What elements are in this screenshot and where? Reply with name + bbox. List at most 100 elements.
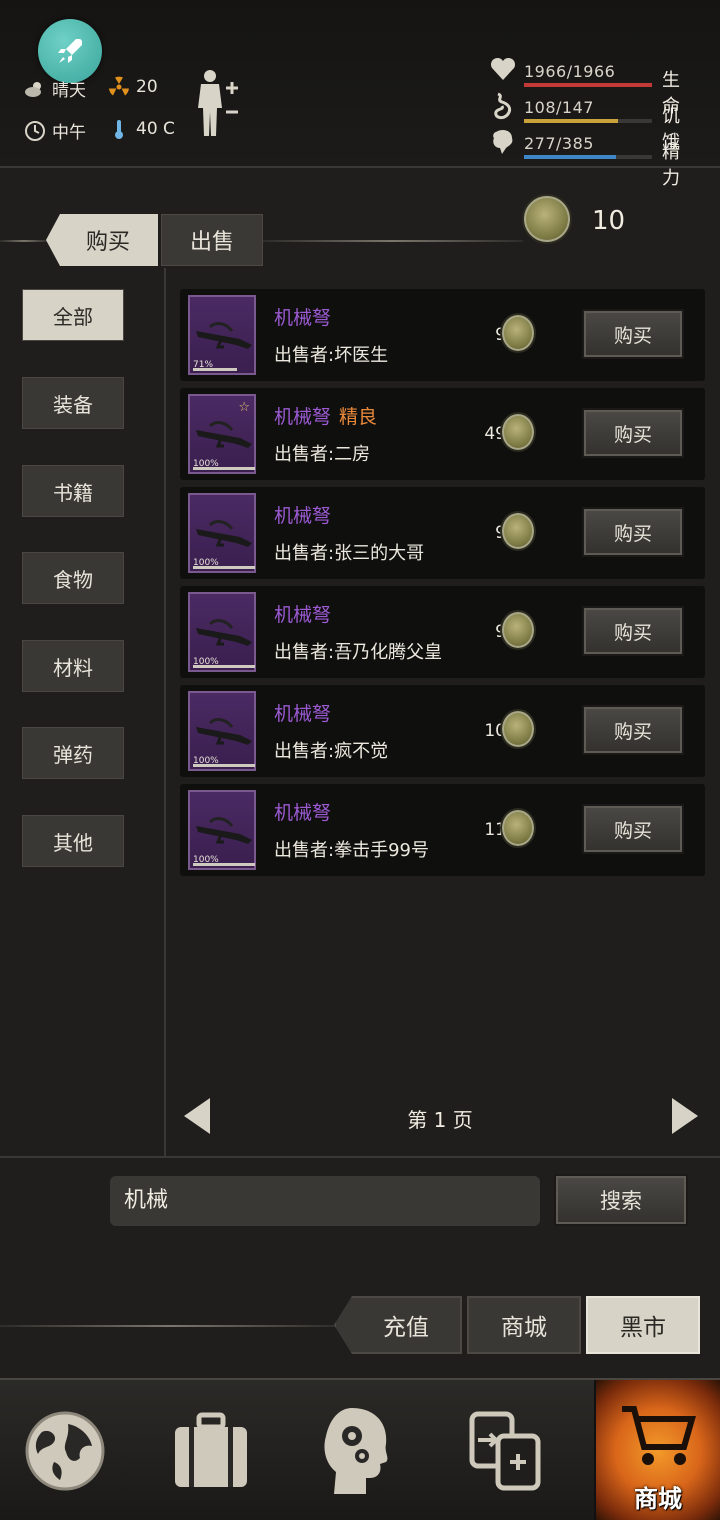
radiation-value: 20: [136, 77, 158, 97]
buy-button[interactable]: 购买: [584, 608, 682, 654]
temperature-value: 40 C: [136, 119, 175, 139]
item-thumbnail[interactable]: 100%: [188, 691, 256, 771]
durability-text: 71%: [193, 360, 214, 370]
seller-name: 出售者:拳击手99号: [274, 840, 429, 861]
buy-button[interactable]: 购买: [584, 707, 682, 753]
crossbow-icon: [196, 718, 252, 745]
item-thumbnail[interactable]: 100%: [188, 493, 256, 573]
tab-sell[interactable]: 出售: [161, 214, 263, 266]
bottom-navigation: 商城: [0, 1378, 720, 1520]
next-page-arrow-icon[interactable]: [672, 1098, 698, 1134]
item-thumbnail[interactable]: 100%: [188, 592, 256, 672]
category-food[interactable]: 食物: [22, 552, 124, 604]
buy-button[interactable]: 购买: [584, 311, 682, 357]
tab-black-market[interactable]: 黑市: [586, 1296, 700, 1354]
search-button[interactable]: 搜索: [556, 1176, 686, 1224]
tab-line-left: [0, 240, 48, 242]
tab-recharge[interactable]: 充值: [334, 1296, 462, 1354]
time-of-day-text: 中午: [52, 123, 86, 143]
tab-buy[interactable]: 购买: [46, 214, 158, 266]
nav-world-map[interactable]: [6, 1380, 124, 1520]
nav-shop[interactable]: 商城: [594, 1380, 720, 1520]
item-name: 机械弩: [274, 406, 332, 428]
listing-row: 100% 机械弩 出售者:吾乃化腾父皇 9 购买: [180, 586, 705, 678]
item-quality: 精良: [339, 406, 378, 428]
globe-icon: [25, 1411, 105, 1491]
page-indicator: 第 1 页: [407, 1108, 473, 1132]
seller-name: 出售者:疯不觉: [274, 741, 389, 762]
bottle-cap-icon: [500, 313, 536, 353]
category-ammo[interactable]: 弹药: [22, 727, 124, 779]
energy-bar-fill: [524, 155, 617, 159]
item-thumbnail[interactable]: ☆ 100%: [188, 394, 256, 474]
durability-text: 100%: [193, 459, 219, 469]
weather-status: 晴天: [24, 76, 86, 101]
rocket-button[interactable]: [38, 19, 102, 83]
nav-shop-label: 商城: [634, 1485, 682, 1513]
seller-name: 出售者:张三的大哥: [274, 543, 425, 564]
durability-text: 100%: [193, 558, 219, 568]
radiation-status: 20: [108, 76, 158, 98]
energy-value: 277/385: [524, 134, 594, 153]
category-other[interactable]: 其他: [22, 815, 124, 867]
seller-name: 出售者:二房: [274, 444, 371, 465]
energy-bar: [524, 155, 652, 159]
rocket-icon: [58, 39, 82, 63]
weather-text: 晴天: [52, 81, 86, 101]
status-bar: 晴天 20 中午 40 C 1966/1966 生命 108/147 饥饿 27…: [0, 0, 720, 189]
body-status-button[interactable]: [196, 68, 244, 142]
prev-page-arrow-icon[interactable]: [184, 1098, 210, 1134]
body-figure-icon: [198, 70, 238, 136]
buy-button[interactable]: 购买: [584, 806, 682, 852]
heart-icon: [490, 57, 516, 80]
divider: [0, 1156, 720, 1158]
seller-name: 出售者:吾乃化腾父皇: [274, 642, 443, 663]
bottle-cap-icon: [500, 412, 536, 452]
tab-mall[interactable]: 商城: [467, 1296, 581, 1354]
seller-name: 出售者:坏医生: [274, 345, 389, 366]
category-books[interactable]: 书籍: [22, 465, 124, 517]
durability-text: 100%: [193, 855, 219, 865]
search-input[interactable]: 机械: [110, 1176, 540, 1226]
brain-icon: [493, 130, 513, 154]
cloud-sun-icon: [25, 81, 41, 97]
durability-text: 100%: [193, 657, 219, 667]
buy-button[interactable]: 购买: [584, 410, 682, 456]
nav-inventory[interactable]: [152, 1380, 270, 1520]
shopping-cart-icon: [622, 1406, 696, 1465]
clock-icon: [25, 120, 45, 141]
shop-tab-line: [0, 1325, 340, 1327]
health-bar-fill: [524, 83, 652, 87]
nav-skills[interactable]: [298, 1380, 416, 1520]
bottle-cap-currency-icon: [522, 194, 572, 244]
listing-row: 100% 机械弩 出售者:张三的大哥 9 购买: [180, 487, 705, 579]
star-icon: ☆: [238, 400, 250, 415]
item-name: 机械弩: [274, 604, 332, 626]
currency-amount: 10: [592, 206, 626, 236]
temperature-status: 40 C: [108, 118, 175, 140]
item-name: 机械弩: [274, 307, 332, 329]
hunger-value: 108/147: [524, 98, 594, 117]
health-value: 1966/1966: [524, 62, 616, 81]
bottle-cap-icon: [500, 511, 536, 551]
nav-trade[interactable]: [446, 1380, 564, 1520]
swap-cards-icon: [469, 1411, 541, 1491]
category-materials[interactable]: 材料: [22, 640, 124, 692]
item-thumbnail[interactable]: 100%: [188, 790, 256, 870]
item-thumbnail[interactable]: 71%: [188, 295, 256, 375]
category-all[interactable]: 全部: [22, 289, 124, 341]
health-bar: [524, 83, 652, 87]
listing-row: 100% 机械弩 出售者:疯不觉 10 购买: [180, 685, 705, 777]
listing-row: 71% 机械弩 出售者:坏医生 9 购买: [180, 289, 705, 381]
durability-text: 100%: [193, 756, 219, 766]
thermometer-icon: [115, 120, 123, 139]
item-name: 机械弩: [274, 802, 332, 824]
hunger-bar-fill: [524, 119, 619, 123]
crossbow-icon: [196, 322, 252, 349]
category-equipment[interactable]: 装备: [22, 377, 124, 429]
energy-label: 精力: [662, 142, 680, 189]
buy-button[interactable]: 购买: [584, 509, 682, 555]
suitcase-icon: [175, 1412, 247, 1487]
listing-row: ☆ 100% 机械弩 精良 出售者:二房 49 购买: [180, 388, 705, 480]
bottle-cap-icon: [500, 610, 536, 650]
